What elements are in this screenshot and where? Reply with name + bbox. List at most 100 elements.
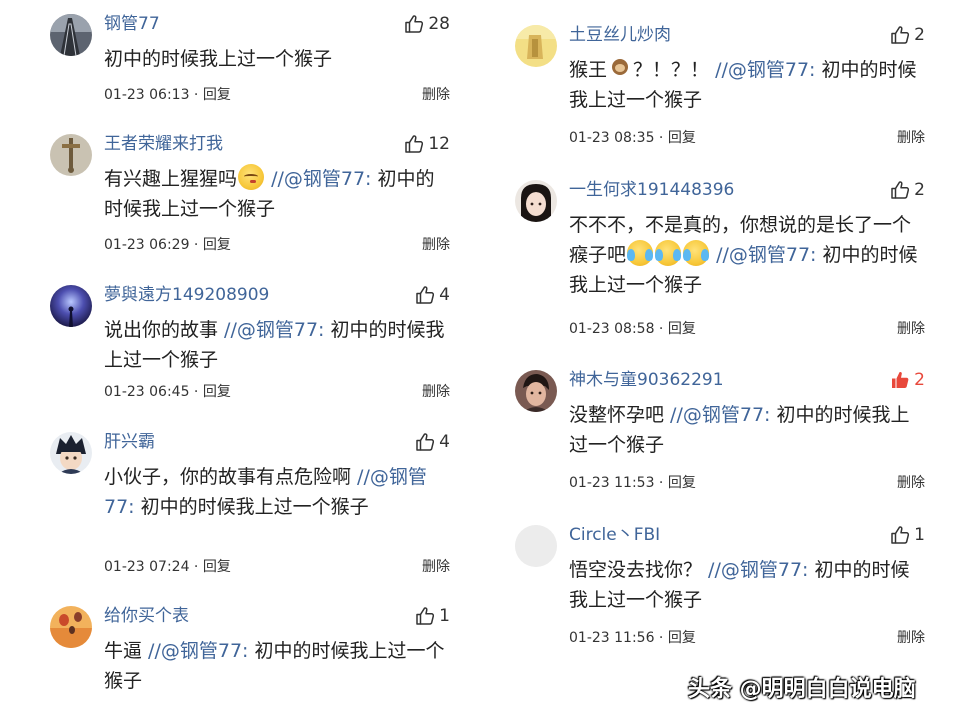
comment-item: 土豆丝儿炒肉 2 猴王？！？！ //@钢管77: 初中的时候我上过一个猴子 01… (515, 25, 925, 155)
avatar[interactable] (515, 180, 557, 222)
like-button[interactable]: 1 (415, 606, 450, 626)
thumbs-up-icon (890, 180, 910, 200)
like-button[interactable]: 2 (890, 180, 925, 200)
like-button[interactable]: 4 (415, 285, 450, 305)
comment-text: 说出你的故事 //@钢管77: 初中的时候我上过一个猴子 (104, 319, 445, 371)
username[interactable]: 神木与童90362291 (569, 370, 724, 390)
sly-face-emoji-icon (238, 164, 265, 190)
thumbs-up-icon (404, 134, 424, 154)
thumbs-up-icon (415, 432, 435, 452)
mention-link[interactable]: //@钢管77: (224, 319, 324, 341)
delete-link[interactable]: 删除 (897, 129, 925, 147)
comment-text: 猴王？！？！ //@钢管77: 初中的时候我上过一个猴子 (569, 57, 917, 111)
reply-link[interactable]: 回复 (668, 321, 696, 337)
mention-link[interactable]: //@钢管77: (716, 244, 816, 266)
like-button[interactable]: 28 (404, 14, 450, 34)
avatar[interactable] (50, 606, 92, 648)
comment-text: 牛逼 //@钢管77: 初中的时候我上过一个猴子 (104, 640, 445, 692)
like-button[interactable]: 2 (890, 25, 925, 45)
comment-text: 悟空没去找你？ //@钢管77: 初中的时候我上过一个猴子 (569, 559, 910, 611)
sword-avatar-icon (50, 134, 92, 176)
username[interactable]: Circle丶FBI (569, 525, 660, 545)
timestamp: 01-23 06:45 (104, 384, 190, 400)
username[interactable]: 夢與遠方149208909 (104, 285, 269, 305)
delete-link[interactable]: 删除 (422, 236, 450, 254)
anime-avatar-icon (50, 432, 92, 474)
comment-meta: 01-23 08:58 · 回复 (569, 321, 696, 337)
username[interactable]: 王者荣耀来打我 (104, 134, 223, 154)
like-count: 2 (914, 25, 925, 45)
username[interactable]: 肝兴霸 (104, 432, 155, 452)
balloon-avatar-icon (50, 606, 92, 648)
comment-item: 肝兴霸 4 小伙子，你的故事有点危险啊 //@钢管77: 初中的时候我上过一个猴… (50, 432, 450, 582)
delete-link[interactable]: 删除 (897, 629, 925, 647)
reply-link[interactable]: 回复 (203, 237, 231, 253)
thumbs-up-icon (415, 285, 435, 305)
reply-link[interactable]: 回复 (203, 87, 231, 103)
thumbs-up-filled-icon (890, 370, 910, 390)
username[interactable]: 给你买个表 (104, 606, 189, 626)
reply-link[interactable]: 回复 (668, 130, 696, 146)
comment-meta: 01-23 11:56 · 回复 (569, 630, 696, 646)
like-count: 2 (914, 180, 925, 200)
username[interactable]: 一生何求191448396 (569, 180, 734, 200)
comment-item: 给你买个表 1 牛逼 //@钢管77: 初中的时候我上过一个猴子 (50, 606, 450, 716)
delete-link[interactable]: 删除 (897, 474, 925, 492)
like-button[interactable]: 4 (415, 432, 450, 452)
delete-link[interactable]: 删除 (422, 86, 450, 104)
avatar[interactable] (515, 370, 557, 412)
like-count: 4 (439, 432, 450, 452)
avatar[interactable] (50, 134, 92, 176)
tower-avatar-icon (50, 14, 92, 56)
reply-link[interactable]: 回复 (668, 475, 696, 491)
username[interactable]: 土豆丝儿炒肉 (569, 25, 671, 45)
comment-text: 小伙子，你的故事有点危险啊 //@钢管77: 初中的时候我上过一个猴子 (104, 466, 427, 518)
timestamp: 01-23 08:35 (569, 130, 655, 146)
like-count: 12 (428, 134, 450, 154)
avatar[interactable] (515, 525, 557, 567)
comment-meta: 01-23 06:29 · 回复 (104, 237, 231, 253)
timestamp: 01-23 11:56 (569, 630, 655, 646)
yellow-avatar-icon (515, 25, 557, 67)
comment-text: 不不不，不是真的，你想说的是长了一个瘊子吧 //@钢管77: 初中的时候我上过一… (569, 214, 918, 296)
mention-link[interactable]: //@钢管77: (708, 559, 808, 581)
mention-link[interactable]: //@钢管77: (715, 59, 815, 81)
man-avatar-icon (515, 370, 557, 412)
comment-item: Circle丶FBI 1 悟空没去找你？ //@钢管77: 初中的时候我上过一个… (515, 525, 925, 655)
comment-text: 有兴趣上猩猩吗 //@钢管77: 初中的时候我上过一个猴子 (104, 164, 450, 224)
like-button[interactable]: 12 (404, 134, 450, 154)
delete-link[interactable]: 删除 (422, 558, 450, 576)
like-button[interactable]: 2 (890, 370, 925, 390)
crying-laugh-emoji-icon (655, 240, 682, 266)
reply-link[interactable]: 回复 (203, 559, 231, 575)
reply-link[interactable]: 回复 (203, 384, 231, 400)
comment-item: 一生何求191448396 2 不不不，不是真的，你想说的是长了一个瘊子吧 //… (515, 180, 925, 340)
timestamp: 01-23 11:53 (569, 475, 655, 491)
comment-meta: 01-23 07:24 · 回复 (104, 559, 231, 575)
monkey-emoji-icon (609, 57, 631, 81)
comment-meta: 01-23 11:53 · 回复 (569, 475, 696, 491)
avatar[interactable] (50, 432, 92, 474)
like-button[interactable]: 1 (890, 525, 925, 545)
mention-link[interactable]: //@钢管77: (670, 404, 770, 426)
timestamp: 01-23 08:58 (569, 321, 655, 337)
thumbs-up-icon (404, 14, 424, 34)
crying-laugh-emoji-icon (627, 240, 654, 266)
comment-meta: 01-23 06:45 · 回复 (104, 384, 231, 400)
delete-link[interactable]: 删除 (422, 383, 450, 401)
timestamp: 01-23 06:29 (104, 237, 190, 253)
like-count: 4 (439, 285, 450, 305)
delete-link[interactable]: 删除 (897, 320, 925, 338)
blank-avatar-icon (515, 525, 557, 567)
comment-item: 钢管77 28 初中的时候我上过一个猴子 01-23 06:13 · 回复 删除 (50, 14, 450, 109)
mention-link[interactable]: //@钢管77: (148, 640, 248, 662)
avatar[interactable] (50, 285, 92, 327)
reply-link[interactable]: 回复 (668, 630, 696, 646)
mention-link[interactable]: //@钢管77: (271, 168, 371, 190)
like-count: 1 (439, 606, 450, 626)
comment-text: 没整怀孕吧 //@钢管77: 初中的时候我上过一个猴子 (569, 404, 910, 456)
crying-laugh-emoji-icon (683, 240, 710, 266)
avatar[interactable] (50, 14, 92, 56)
avatar[interactable] (515, 25, 557, 67)
username[interactable]: 钢管77 (104, 14, 160, 34)
